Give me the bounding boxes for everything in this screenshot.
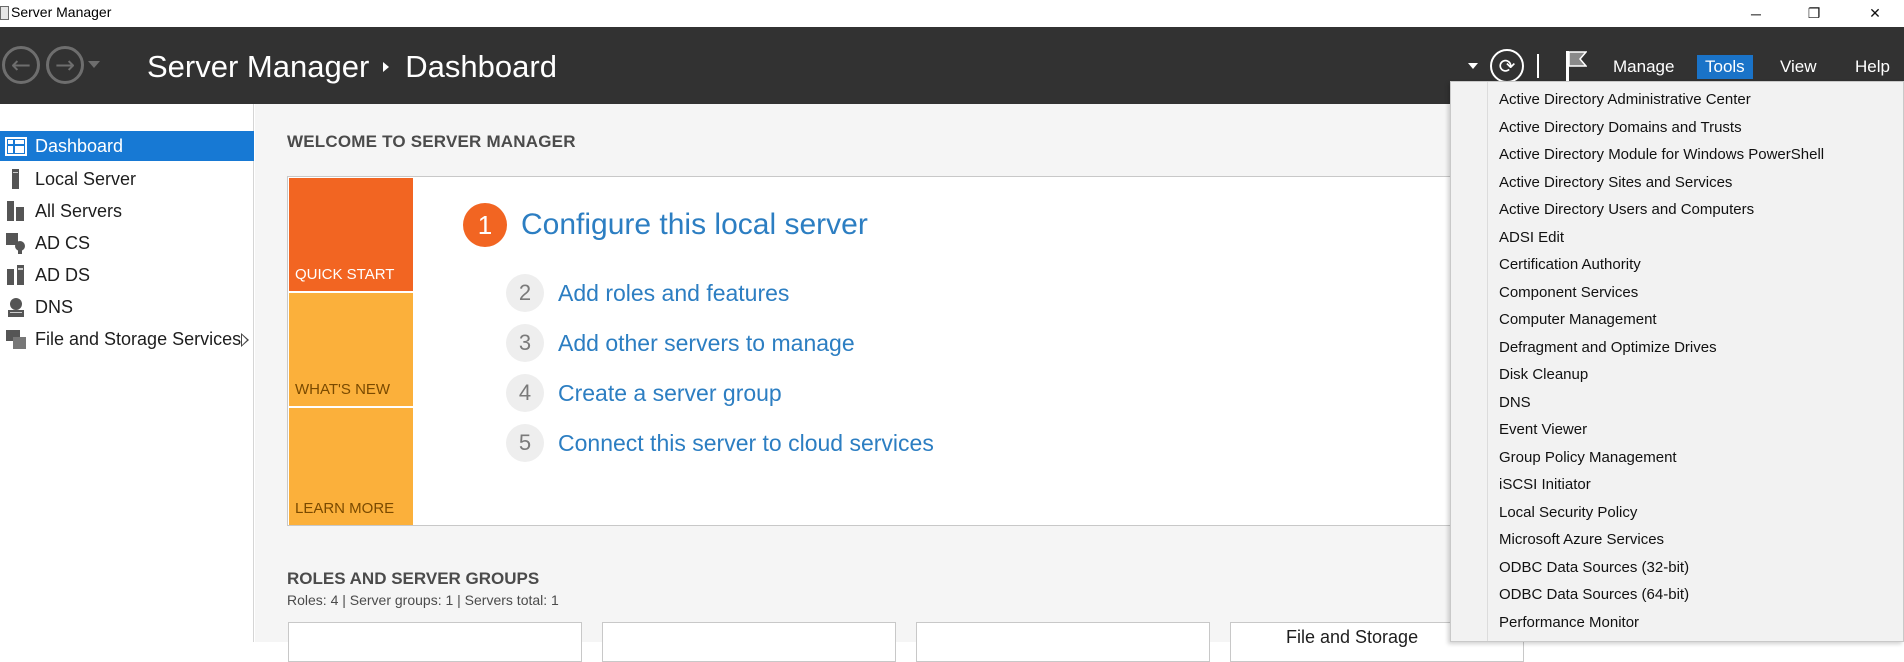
create-server-group-link[interactable]: Create a server group <box>558 380 782 407</box>
title-bar: Server Manager ─ ❐ ✕ <box>0 0 1904 27</box>
connect-cloud-link[interactable]: Connect this server to cloud services <box>558 430 934 457</box>
tools-menu-item[interactable]: Component Services <box>1499 280 1638 306</box>
tools-menu-item[interactable]: Event Viewer <box>1499 417 1587 443</box>
breadcrumb-dropdown-icon[interactable] <box>1468 63 1478 69</box>
server-icon <box>12 169 19 189</box>
tools-menu-item[interactable]: Certification Authority <box>1499 252 1641 278</box>
tools-menu-item[interactable]: ODBC Data Sources (64-bit) <box>1499 582 1689 608</box>
restore-button[interactable]: ❐ <box>1785 0 1843 27</box>
configure-local-server-link[interactable]: Configure this local server <box>521 208 868 242</box>
sidebar-item-dns[interactable]: DNS <box>0 292 254 322</box>
back-button[interactable]: ← <box>2 46 40 84</box>
menu-help[interactable]: Help <box>1847 55 1898 79</box>
directory-server-icon <box>7 265 24 285</box>
step-number: 4 <box>506 374 544 412</box>
step-configure-local-server: 1 Configure this local server <box>463 203 868 247</box>
tools-menu-item[interactable]: Active Directory Administrative Center <box>1499 87 1751 113</box>
history-dropdown-icon[interactable] <box>88 61 100 68</box>
roles-heading: ROLES AND SERVER GROUPS <box>287 569 540 588</box>
dashboard-icon <box>5 137 27 156</box>
app-icon <box>0 6 9 20</box>
sidebar-item-label: Local Server <box>35 168 137 189</box>
sidebar-item-label: AD DS <box>35 264 91 285</box>
add-roles-link[interactable]: Add roles and features <box>558 280 789 307</box>
role-card[interactable] <box>916 622 1210 662</box>
sidebar: Dashboard Local Server All Servers AD CS… <box>0 104 254 642</box>
roles-summary: Roles: 4 | Server groups: 1 | Servers to… <box>287 592 559 608</box>
menu-view[interactable]: View <box>1772 55 1825 79</box>
add-servers-link[interactable]: Add other servers to manage <box>558 330 855 357</box>
close-button[interactable]: ✕ <box>1846 0 1904 27</box>
menu-manage[interactable]: Manage <box>1605 55 1682 79</box>
breadcrumb: Server Manager Dashboard <box>147 49 557 85</box>
sidebar-item-file-and-storage-services[interactable]: File and Storage Services <box>0 324 254 354</box>
step-connect-cloud: 5 Connect this server to cloud services <box>506 424 934 462</box>
step-number: 2 <box>506 274 544 312</box>
back-arrow-icon: ← <box>10 51 32 79</box>
step-create-server-group: 4 Create a server group <box>506 374 782 412</box>
tools-menu-item[interactable]: Active Directory Domains and Trusts <box>1499 115 1742 141</box>
step-number: 1 <box>463 203 507 247</box>
tools-menu-item[interactable]: Active Directory Users and Computers <box>1499 197 1754 223</box>
tile-label: WHAT'S NEW <box>295 381 391 398</box>
notifications-flag-icon[interactable] <box>1565 49 1587 83</box>
step-number: 5 <box>506 424 544 462</box>
refresh-button[interactable]: ⟳ <box>1490 49 1524 83</box>
tools-menu-item[interactable]: ODBC Data Sources (32-bit) <box>1499 555 1689 581</box>
minimize-button[interactable]: ─ <box>1727 0 1785 27</box>
role-card-title: File and Storage <box>1286 627 1419 647</box>
tools-menu-item[interactable]: Active Directory Module for Windows Powe… <box>1499 142 1824 168</box>
menu-gutter <box>1487 82 1488 641</box>
tools-menu-item[interactable]: DNS <box>1499 390 1531 416</box>
breadcrumb-root[interactable]: Server Manager <box>147 49 369 85</box>
breadcrumb-separator-icon <box>383 62 390 72</box>
sidebar-item-label: DNS <box>35 296 74 317</box>
forward-button[interactable]: → <box>46 46 84 84</box>
role-card[interactable] <box>602 622 896 662</box>
window-title: Server Manager <box>11 4 112 20</box>
tools-menu-item[interactable]: ADSI Edit <box>1499 225 1564 251</box>
sidebar-item-ad-ds[interactable]: AD DS <box>0 260 254 290</box>
sidebar-item-dashboard[interactable]: Dashboard <box>0 131 254 161</box>
tile-learn-more[interactable]: LEARN MORE <box>289 408 413 525</box>
certificate-server-icon <box>6 233 25 254</box>
tools-menu-item[interactable]: Defragment and Optimize Drives <box>1499 335 1717 361</box>
step-number: 3 <box>506 324 544 362</box>
storage-server-icon <box>6 330 26 349</box>
menu-tools[interactable]: Tools <box>1697 55 1753 79</box>
sidebar-item-label: All Servers <box>35 200 123 221</box>
role-card[interactable] <box>288 622 582 662</box>
welcome-heading: WELCOME TO SERVER MANAGER <box>287 132 576 151</box>
dns-server-icon <box>8 298 24 317</box>
sidebar-item-label: AD CS <box>35 232 91 253</box>
tile-label: QUICK START <box>295 266 395 283</box>
step-add-roles: 2 Add roles and features <box>506 274 789 312</box>
tools-dropdown-menu: Active Directory Administrative Center A… <box>1450 81 1904 642</box>
tools-menu-item[interactable]: Performance Monitor <box>1499 610 1639 636</box>
sidebar-item-all-servers[interactable]: All Servers <box>0 196 254 226</box>
tools-menu-item[interactable]: Computer Management <box>1499 307 1657 333</box>
forward-arrow-icon: → <box>54 51 76 79</box>
sidebar-item-label: File and Storage Services <box>35 328 242 349</box>
tools-menu-item[interactable]: Disk Cleanup <box>1499 362 1588 388</box>
tile-label: LEARN MORE <box>295 500 395 517</box>
sidebar-item-ad-cs[interactable]: AD CS <box>0 228 254 258</box>
tools-menu-item[interactable]: Local Security Policy <box>1499 500 1637 526</box>
sidebar-item-label: Dashboard <box>35 135 124 156</box>
tile-quick-start[interactable]: QUICK START <box>289 178 413 291</box>
tools-menu-item[interactable]: Microsoft Azure Services <box>1499 527 1664 553</box>
tools-menu-item[interactable]: Group Policy Management <box>1499 445 1677 471</box>
servers-icon <box>7 201 24 221</box>
header-divider <box>1537 54 1539 78</box>
tools-menu-item[interactable]: iSCSI Initiator <box>1499 472 1591 498</box>
refresh-icon: ⟳ <box>1498 54 1516 78</box>
step-add-servers: 3 Add other servers to manage <box>506 324 855 362</box>
sidebar-item-local-server[interactable]: Local Server <box>0 164 254 194</box>
expand-arrow-icon[interactable] <box>241 333 249 347</box>
tools-menu-item[interactable]: Active Directory Sites and Services <box>1499 170 1732 196</box>
breadcrumb-current: Dashboard <box>405 49 557 84</box>
tile-whats-new[interactable]: WHAT'S NEW <box>289 293 413 406</box>
